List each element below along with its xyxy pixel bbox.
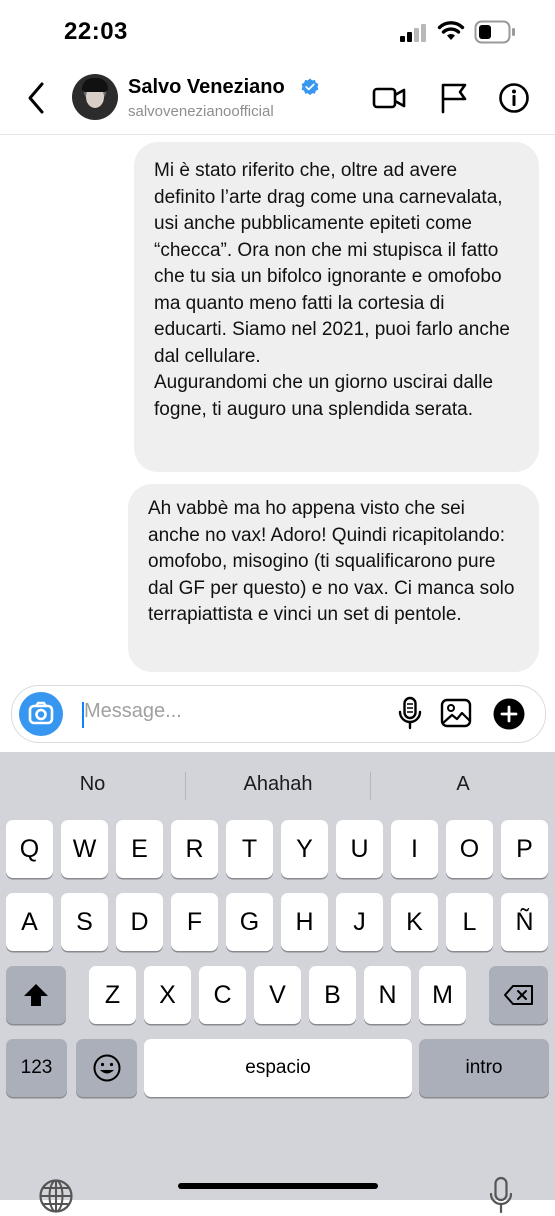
- camera-icon: [28, 701, 54, 725]
- key-n[interactable]: N: [364, 966, 411, 1024]
- status-bar: 22:03: [0, 0, 555, 64]
- cellular-signal-icon: [400, 24, 426, 42]
- key-x[interactable]: X: [144, 966, 191, 1024]
- key-e[interactable]: E: [116, 820, 163, 878]
- key-h[interactable]: H: [281, 893, 328, 951]
- back-chevron-icon[interactable]: [22, 80, 52, 116]
- message-composer: [11, 685, 546, 743]
- video-call-icon[interactable]: [372, 82, 406, 114]
- key-f[interactable]: F: [171, 893, 218, 951]
- shift-arrow-icon: [24, 984, 48, 1006]
- key-s[interactable]: S: [61, 893, 108, 951]
- battery-icon: [474, 20, 515, 44]
- info-icon[interactable]: [497, 82, 531, 114]
- key-a[interactable]: A: [6, 893, 53, 951]
- microphone-icon[interactable]: [395, 696, 425, 730]
- key-g[interactable]: G: [226, 893, 273, 951]
- key-j[interactable]: J: [336, 893, 383, 951]
- flag-icon[interactable]: [437, 82, 471, 114]
- message-bubble[interactable]: Mi è stato riferito che, oltre ad avere …: [134, 142, 539, 472]
- gallery-icon[interactable]: [440, 697, 472, 729]
- shift-key[interactable]: [6, 966, 66, 1024]
- key-u[interactable]: U: [336, 820, 383, 878]
- wifi-icon: [437, 21, 465, 40]
- suggestion-item[interactable]: Ahahah: [186, 764, 370, 804]
- suggestion-item[interactable]: A: [371, 764, 555, 804]
- avatar[interactable]: [72, 74, 118, 120]
- numbers-key[interactable]: 123: [6, 1039, 67, 1097]
- backspace-icon: [503, 985, 533, 1005]
- camera-button[interactable]: [19, 692, 63, 736]
- key-o[interactable]: O: [446, 820, 493, 878]
- key-d[interactable]: D: [116, 893, 163, 951]
- add-icon[interactable]: [493, 698, 525, 730]
- key-p[interactable]: P: [501, 820, 548, 878]
- dictation-microphone-icon[interactable]: [488, 1176, 514, 1216]
- emoji-key[interactable]: [76, 1039, 137, 1097]
- message-bubble[interactable]: Ah vabbè ma ho appena visto che sei anch…: [128, 484, 539, 672]
- emoji-icon: [93, 1054, 120, 1082]
- key-q[interactable]: Q: [6, 820, 53, 878]
- home-indicator: [178, 1183, 378, 1189]
- key-c[interactable]: C: [199, 966, 246, 1024]
- key-v[interactable]: V: [254, 966, 301, 1024]
- chat-header: Salvo Veneziano salvovenezianoofficial: [0, 64, 555, 135]
- key-z[interactable]: Z: [89, 966, 136, 1024]
- message-input[interactable]: [84, 700, 384, 723]
- backspace-key[interactable]: [489, 966, 548, 1024]
- key-i[interactable]: I: [391, 820, 438, 878]
- globe-icon[interactable]: [38, 1178, 74, 1214]
- key-b[interactable]: B: [309, 966, 356, 1024]
- contact-name[interactable]: Salvo Veneziano: [128, 76, 285, 99]
- contact-username: salvovenezianoofficial: [128, 103, 274, 120]
- key-w[interactable]: W: [61, 820, 108, 878]
- return-key[interactable]: intro: [419, 1039, 549, 1097]
- key-r[interactable]: R: [171, 820, 218, 878]
- status-time: 22:03: [64, 18, 128, 45]
- suggestion-item[interactable]: No: [0, 764, 185, 804]
- space-key[interactable]: espacio: [144, 1039, 412, 1097]
- keyboard: No Ahahah A Q W E R T Y U I O P A S D F …: [0, 752, 555, 1214]
- verified-badge-icon: [301, 78, 319, 96]
- key-m[interactable]: M: [419, 966, 466, 1024]
- key-y[interactable]: Y: [281, 820, 328, 878]
- key-n-tilde[interactable]: Ñ: [501, 893, 548, 951]
- key-l[interactable]: L: [446, 893, 493, 951]
- key-k[interactable]: K: [391, 893, 438, 951]
- key-t[interactable]: T: [226, 820, 273, 878]
